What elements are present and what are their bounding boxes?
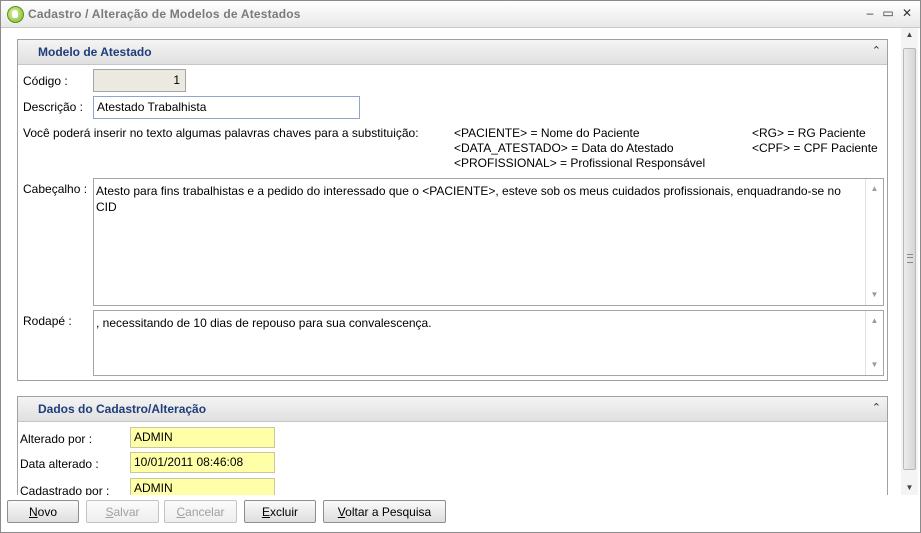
collapse-chevron-icon[interactable]: ⌃ xyxy=(872,44,881,57)
scrollbar-thumb[interactable] xyxy=(903,48,916,470)
rodape-text: , necessitando de 10 dias de repouso par… xyxy=(96,316,432,330)
excluir-accel: E xyxy=(261,505,270,519)
cabecalho-label: Cabeçalho : xyxy=(23,182,88,196)
salvar-label: alvar xyxy=(113,505,140,519)
cancelar-label: ancelar xyxy=(185,505,225,519)
salvar-button[interactable]: Salvar xyxy=(86,500,159,523)
alterado-por-field: ADMIN xyxy=(130,427,275,448)
button-bar: Novo Salvar Cancelar Excluir Voltar a Pe… xyxy=(1,495,920,532)
descricao-input[interactable]: Atestado Trabalhista xyxy=(93,96,360,119)
cancelar-button[interactable]: Cancelar xyxy=(164,500,237,523)
title-bar: Cadastro / Alteração de Modelos de Atest… xyxy=(1,1,920,28)
keyword-paciente: <PACIENTE> = Nome do Paciente xyxy=(454,126,640,140)
modelo-panel-header[interactable]: Modelo de Atestado ⌃ xyxy=(18,40,887,65)
close-icon[interactable]: ✕ xyxy=(900,5,914,21)
scroll-down-icon[interactable]: ▼ xyxy=(866,357,883,373)
codigo-field: 1 xyxy=(93,69,186,92)
keyword-rg: <RG> = RG Paciente xyxy=(752,126,866,140)
keyword-profissional: <PROFISSIONAL> = Profissional Responsáve… xyxy=(454,156,706,170)
scroll-down-icon[interactable]: ▼ xyxy=(901,481,918,495)
voltar-label: oltar a Pesquisa xyxy=(345,505,432,519)
data-alterado-field: 10/01/2011 08:46:08 xyxy=(130,452,275,473)
scroll-up-icon[interactable]: ▲ xyxy=(901,28,918,42)
alterado-por-label: Alterado por : xyxy=(20,432,93,446)
scroll-down-icon[interactable]: ▼ xyxy=(866,287,883,303)
scroll-up-icon[interactable]: ▲ xyxy=(866,181,883,197)
collapse-chevron-icon[interactable]: ⌃ xyxy=(872,401,881,414)
descricao-label: Descrição : xyxy=(23,100,84,114)
excluir-label: xcluir xyxy=(270,505,299,519)
minimize-icon[interactable]: – xyxy=(863,5,877,21)
cancelar-accel: C xyxy=(176,505,186,519)
cabecalho-text: Atesto para fins trabalhistas e a pedido… xyxy=(96,184,841,214)
data-alterado-label: Data alterado : xyxy=(20,457,99,471)
novo-button[interactable]: Novo xyxy=(7,500,79,523)
keyword-data-atestado: <DATA_ATESTADO> = Data do Atestado xyxy=(454,141,674,155)
voltar-pesquisa-button[interactable]: Voltar a Pesquisa xyxy=(323,500,446,523)
excluir-button[interactable]: Excluir xyxy=(244,500,316,523)
novo-label: ovo xyxy=(37,505,58,519)
window-title: Cadastro / Alteração de Modelos de Atest… xyxy=(28,7,301,21)
novo-accel: N xyxy=(28,505,38,519)
rodape-label: Rodapé : xyxy=(23,314,72,328)
cabecalho-scrollbar[interactable]: ▲ ▼ xyxy=(865,179,883,305)
scroll-up-icon[interactable]: ▲ xyxy=(866,313,883,329)
codigo-label: Código : xyxy=(23,74,68,88)
keyword-cpf: <CPF> = CPF Paciente xyxy=(752,141,878,155)
main-window: Cadastro / Alteração de Modelos de Atest… xyxy=(0,0,921,533)
cabecalho-textarea[interactable]: Atesto para fins trabalhistas e a pedido… xyxy=(93,178,884,306)
main-scrollbar[interactable]: ▲ ▼ xyxy=(901,28,918,495)
rodape-scrollbar[interactable]: ▲ ▼ xyxy=(865,311,883,375)
dados-section-title: Dados do Cadastro/Alteração xyxy=(38,402,207,416)
restore-icon[interactable]: ▭ xyxy=(881,5,895,21)
dados-panel-header[interactable]: Dados do Cadastro/Alteração ⌃ xyxy=(18,397,887,422)
modelo-section-title: Modelo de Atestado xyxy=(38,45,152,59)
modelo-panel: Modelo de Atestado ⌃ Código : 1 Descriçã… xyxy=(17,39,888,381)
instrucao-text: Você poderá inserir no texto algumas pal… xyxy=(23,126,419,140)
rodape-textarea[interactable]: , necessitando de 10 dias de repouso par… xyxy=(93,310,884,376)
app-tooth-icon xyxy=(7,6,24,23)
dados-panel: Dados do Cadastro/Alteração ⌃ Alterado p… xyxy=(17,396,888,508)
grip-icon xyxy=(907,254,913,263)
salvar-accel: S xyxy=(105,505,114,519)
